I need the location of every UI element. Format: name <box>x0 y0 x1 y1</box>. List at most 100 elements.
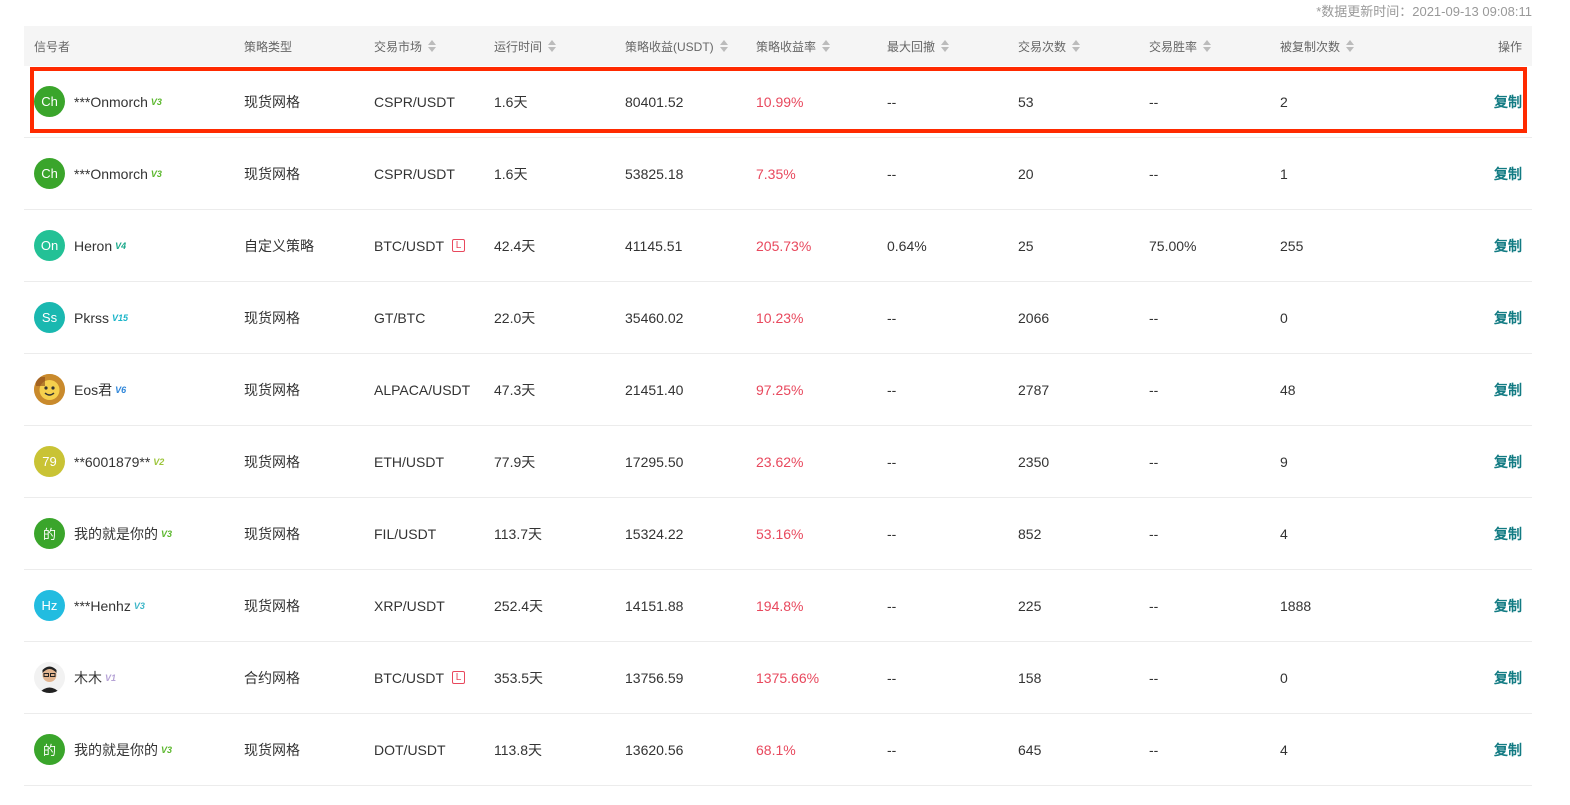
header-win-rate[interactable]: 交易胜率 <box>1139 26 1270 66</box>
trade-market: GT/BTC <box>374 309 426 326</box>
runtime: 353.5天 <box>494 669 544 686</box>
copy-button[interactable]: 复制 <box>1494 596 1522 616</box>
signaler-cell[interactable]: 79 **6001879** V2 <box>24 426 234 497</box>
copy-button[interactable]: 复制 <box>1494 452 1522 472</box>
sort-icon[interactable] <box>822 40 831 52</box>
action-cell: 复制 <box>1401 210 1532 281</box>
signaler-name[interactable]: **6001879** <box>74 454 150 470</box>
trade-count: 25 <box>1018 237 1034 254</box>
copied-count: 9 <box>1280 453 1288 470</box>
signaler-cell[interactable]: Hz ***Henhz V3 <box>24 570 234 641</box>
signaler-name[interactable]: ***Henhz <box>74 598 131 614</box>
signaler-name[interactable]: 我的就是你的 <box>74 740 158 760</box>
profit-rate: 1375.66% <box>756 669 820 686</box>
avatar[interactable] <box>34 374 65 405</box>
signaler-name[interactable]: Pkrss <box>74 310 109 326</box>
trade-count: 645 <box>1018 741 1042 758</box>
header-profit-rate[interactable]: 策略收益率 <box>746 26 877 66</box>
action-cell: 复制 <box>1401 66 1532 137</box>
strategy-type: 现货网格 <box>244 453 300 470</box>
win-rate: -- <box>1149 93 1159 110</box>
strategy-profit: 15324.22 <box>625 525 684 542</box>
signaler-cell[interactable]: 木木 V1 <box>24 642 234 713</box>
header-copied-count[interactable]: 被复制次数 <box>1270 26 1401 66</box>
sort-icon[interactable] <box>719 40 728 52</box>
strategy-profit: 35460.02 <box>625 309 684 326</box>
header-max-drawdown[interactable]: 最大回撤 <box>877 26 1008 66</box>
runtime: 113.8天 <box>494 741 542 758</box>
table-header: 信号者 策略类型 交易市场 运行时间 策略收益(USDT) 策略收益率 最大回撤… <box>24 26 1532 66</box>
signaler-cell[interactable]: 的我的就是你的 V3 <box>24 714 234 785</box>
copy-button[interactable]: 复制 <box>1494 524 1522 544</box>
signaler-cell[interactable]: On Heron V4 <box>24 210 234 281</box>
signaler-name[interactable]: Heron <box>74 238 112 254</box>
header-profit[interactable]: 策略收益(USDT) <box>615 26 746 66</box>
avatar[interactable]: 的 <box>34 518 65 549</box>
signaler-cell[interactable]: Ch ***Onmorch V3 <box>24 66 234 137</box>
runtime: 252.4天 <box>494 597 544 614</box>
signaler-cell[interactable]: Eos君 V6 <box>24 354 234 425</box>
avatar[interactable]: On <box>34 230 65 261</box>
signaler-cell[interactable]: Ss Pkrss V15 <box>24 282 234 353</box>
trade-count: 2066 <box>1018 309 1050 326</box>
trade-market: CSPR/USDT <box>374 165 455 182</box>
strategy-profit: 14151.88 <box>625 597 684 614</box>
signaler-name[interactable]: ***Onmorch <box>74 94 148 110</box>
trade-market: BTC/USDT L <box>364 210 484 281</box>
header-trade-count[interactable]: 交易次数 <box>1008 26 1139 66</box>
signaler-name[interactable]: Eos君 <box>74 380 112 400</box>
avatar[interactable]: Ch <box>34 86 65 117</box>
trade-count: 158 <box>1018 669 1042 686</box>
sort-icon[interactable] <box>1203 40 1212 52</box>
table-row: Ss Pkrss V15 现货网格 GT/BTC 22.0天 35460.02 10.23% -… <box>24 282 1532 354</box>
sort-icon[interactable] <box>548 40 557 52</box>
strategy-profit: 41145.51 <box>625 237 683 254</box>
signaler-cell[interactable]: 的我的就是你的 V3 <box>24 498 234 569</box>
signaler-name[interactable]: 我的就是你的 <box>74 524 158 544</box>
trade-count: 2350 <box>1018 453 1050 470</box>
copy-button[interactable]: 复制 <box>1494 92 1522 112</box>
strategy-type: 现货网格 <box>244 381 300 398</box>
strategy-type: 现货网格 <box>244 165 300 182</box>
trade-count: 852 <box>1018 525 1042 542</box>
runtime: 1.6天 <box>494 165 528 182</box>
table-row: 79 **6001879** V2 现货网格 ETH/USDT 77.9天 17295.50… <box>24 426 1532 498</box>
copy-button[interactable]: 复制 <box>1494 164 1522 184</box>
sort-icon[interactable] <box>1072 40 1081 52</box>
trade-count: 225 <box>1018 597 1042 614</box>
avatar[interactable]: Ss <box>34 302 65 333</box>
copy-button[interactable]: 复制 <box>1494 668 1522 688</box>
header-runtime[interactable]: 运行时间 <box>484 26 615 66</box>
header-market[interactable]: 交易市场 <box>364 26 484 66</box>
avatar[interactable]: Ch <box>34 158 65 189</box>
sort-icon[interactable] <box>941 40 950 52</box>
table-row: 木木 V1 合约网格 BTC/USDT L 353.5天 13756.59 1375.66% -… <box>24 642 1532 714</box>
trade-count: 20 <box>1018 165 1034 182</box>
strategy-table: 信号者 策略类型 交易市场 运行时间 策略收益(USDT) 策略收益率 最大回撤… <box>24 26 1532 786</box>
signaler-cell[interactable]: Ch ***Onmorch V3 <box>24 138 234 209</box>
copy-button[interactable]: 复制 <box>1494 740 1522 760</box>
action-cell: 复制 <box>1401 426 1532 497</box>
trade-market: XRP/USDT <box>374 597 445 614</box>
copied-count: 0 <box>1280 669 1288 686</box>
sort-icon[interactable] <box>428 40 437 52</box>
max-drawdown: -- <box>887 93 897 110</box>
sort-icon[interactable] <box>1346 40 1355 52</box>
signaler-name[interactable]: 木木 <box>74 668 102 688</box>
avatar[interactable]: 79 <box>34 446 65 477</box>
copy-button[interactable]: 复制 <box>1494 308 1522 328</box>
copy-button[interactable]: 复制 <box>1494 236 1522 256</box>
max-drawdown: -- <box>887 525 897 542</box>
copied-count: 255 <box>1280 237 1304 254</box>
signaler-name[interactable]: ***Onmorch <box>74 166 148 182</box>
avatar[interactable]: 的 <box>34 734 65 765</box>
avatar[interactable] <box>34 662 65 693</box>
strategy-profit: 53825.18 <box>625 165 684 182</box>
copied-count: 1 <box>1280 165 1288 182</box>
copy-button[interactable]: 复制 <box>1494 380 1522 400</box>
strategy-type: 现货网格 <box>244 309 300 326</box>
max-drawdown: -- <box>887 165 897 182</box>
max-drawdown: -- <box>887 309 897 326</box>
avatar[interactable]: Hz <box>34 590 65 621</box>
leverage-tag-icon: L <box>452 671 465 684</box>
